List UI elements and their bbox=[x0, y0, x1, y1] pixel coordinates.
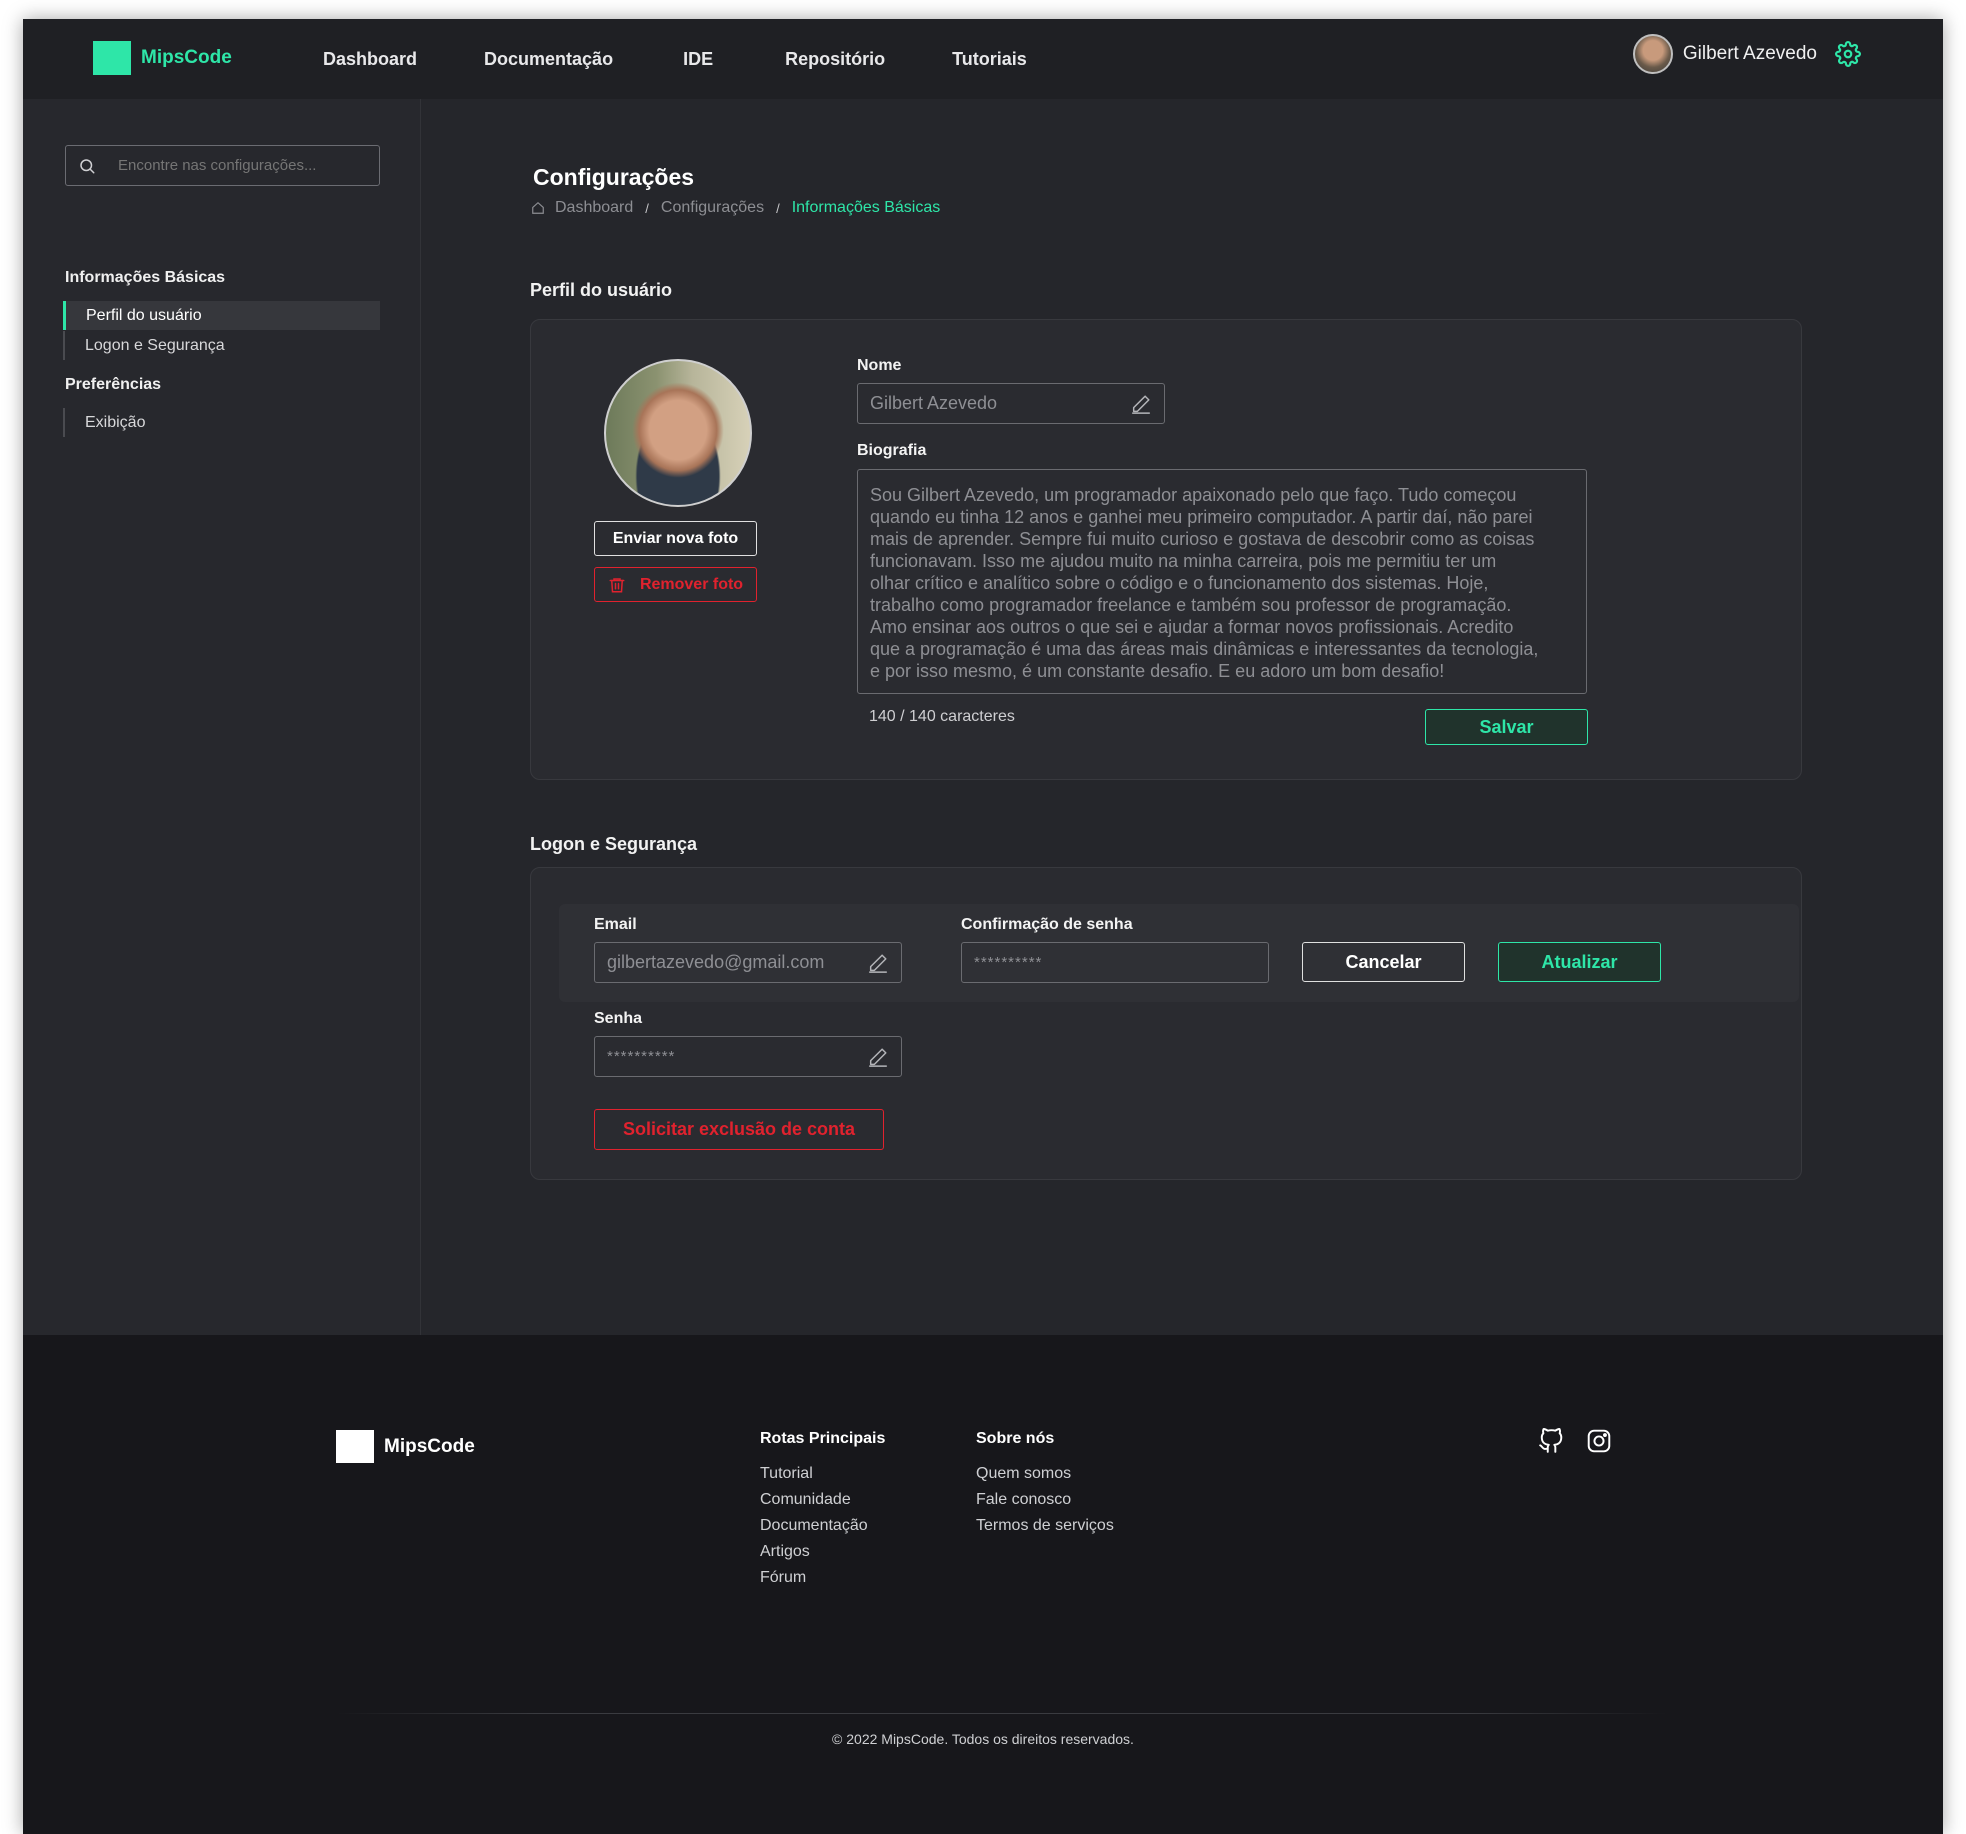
settings-sidebar: Informações Básicas Perfil do usuário Lo… bbox=[23, 99, 421, 1335]
char-counter: 140 / 140 caracteres bbox=[869, 708, 1015, 725]
confirm-password-field[interactable]: ********** bbox=[961, 942, 1269, 983]
footer-logo-mark bbox=[336, 1430, 374, 1463]
page-title: Configurações bbox=[533, 164, 695, 190]
update-button[interactable]: Atualizar bbox=[1498, 942, 1661, 982]
footer-divider bbox=[336, 1713, 1666, 1714]
bio-textarea[interactable]: Sou Gilbert Azevedo, um programador apai… bbox=[857, 469, 1587, 694]
email-field[interactable]: gilbertazevedo@gmail.com bbox=[594, 942, 902, 983]
breadcrumb-configuracoes[interactable]: Configurações bbox=[661, 199, 764, 217]
nav-dashboard[interactable]: Dashboard bbox=[323, 49, 417, 70]
footer: MipsCode Rotas Principais Tutorial Comun… bbox=[23, 1335, 1943, 1834]
pencil-icon[interactable] bbox=[1130, 393, 1152, 415]
pencil-icon[interactable] bbox=[867, 952, 889, 974]
profile-photo bbox=[604, 359, 752, 507]
bio-line: quando eu tinha 12 anos e ganhei meu pri… bbox=[870, 507, 1533, 527]
footer-link-documentacao[interactable]: Documentação bbox=[760, 1518, 885, 1534]
footer-brand-name: MipsCode bbox=[384, 1435, 475, 1457]
brand-name: MipsCode bbox=[141, 47, 232, 68]
sidebar-group-preferencias: Preferências bbox=[65, 376, 162, 393]
github-icon[interactable] bbox=[1538, 1428, 1564, 1454]
name-value: Gilbert Azevedo bbox=[870, 393, 998, 413]
avatar[interactable] bbox=[1632, 34, 1673, 74]
footer-col-rotas: Rotas Principais Tutorial Comunidade Doc… bbox=[760, 1430, 885, 1596]
footer-link-quem-somos[interactable]: Quem somos bbox=[976, 1466, 1114, 1482]
bio-line: que a programação é uma das áreas mais d… bbox=[870, 639, 1539, 659]
footer-link-forum[interactable]: Fórum bbox=[760, 1570, 885, 1586]
delete-account-button[interactable]: Solicitar exclusão de conta bbox=[594, 1109, 884, 1150]
copyright-text: © 2022 MipsCode. Todos os direitos reser… bbox=[832, 1731, 1134, 1747]
cancel-button[interactable]: Cancelar bbox=[1302, 942, 1465, 982]
footer-link-fale-conosco[interactable]: Fale conosco bbox=[976, 1492, 1114, 1508]
footer-col-title: Rotas Principais bbox=[760, 1430, 886, 1447]
bio-line: olhar crítico e analítico sobre o código… bbox=[870, 573, 1489, 593]
bio-line: funcionavam. Isso me ajudou muito na min… bbox=[870, 551, 1497, 571]
nav-tutoriais[interactable]: Tutoriais bbox=[952, 49, 1027, 70]
home-icon bbox=[532, 201, 544, 214]
password-label: Senha bbox=[594, 1010, 643, 1027]
sidebar-group-informacoes-basicas: Informações Básicas bbox=[65, 269, 226, 286]
nav-documentacao[interactable]: Documentação bbox=[484, 49, 613, 70]
breadcrumb-dashboard[interactable]: Dashboard bbox=[555, 199, 633, 217]
nav-ide[interactable]: IDE bbox=[683, 49, 713, 70]
bio-line: mais de aprender. Sempre fui muito curio… bbox=[870, 529, 1535, 549]
sidebar-item-logon-seguranca[interactable]: Logon e Segurança bbox=[63, 331, 380, 360]
breadcrumb-current: Informações Básicas bbox=[791, 199, 941, 216]
brand-logo[interactable]: MipsCode bbox=[93, 41, 232, 75]
footer-link-comunidade[interactable]: Comunidade bbox=[760, 1492, 885, 1508]
instagram-icon[interactable] bbox=[1586, 1428, 1612, 1454]
footer-col-title: Sobre nós bbox=[976, 1430, 1055, 1447]
upload-photo-button[interactable]: Enviar nova foto bbox=[594, 521, 757, 556]
security-card: Email gilbertazevedo@gmail.com Confirmaç… bbox=[530, 867, 1802, 1180]
user-menu[interactable]: Gilbert Azevedo bbox=[1632, 34, 1861, 74]
remove-photo-button[interactable]: Remover foto bbox=[594, 567, 757, 602]
footer-col-sobre: Sobre nós Quem somos Fale conosco Termos… bbox=[976, 1430, 1114, 1544]
email-label: Email bbox=[594, 916, 637, 933]
gear-icon[interactable] bbox=[1835, 41, 1861, 67]
breadcrumb-separator: / bbox=[645, 200, 649, 216]
footer-link-artigos[interactable]: Artigos bbox=[760, 1544, 885, 1560]
profile-card: Enviar nova foto Remover foto Nome Gilbe… bbox=[530, 319, 1802, 780]
search-box[interactable] bbox=[65, 145, 380, 186]
footer-logo[interactable]: MipsCode bbox=[336, 1430, 475, 1463]
name-field[interactable]: Gilbert Azevedo bbox=[857, 383, 1165, 424]
app-window: MipsCode Dashboard Documentação IDE Repo… bbox=[23, 19, 1943, 1834]
section-title-perfil: Perfil do usuário bbox=[530, 280, 673, 300]
footer-link-termos[interactable]: Termos de serviços bbox=[976, 1518, 1114, 1534]
trash-icon bbox=[609, 577, 625, 592]
save-button[interactable]: Salvar bbox=[1425, 709, 1588, 745]
breadcrumb: Dashboard / Configurações / Informações … bbox=[531, 199, 940, 217]
breadcrumb-separator: / bbox=[776, 200, 780, 216]
search-input[interactable] bbox=[118, 157, 368, 174]
confirm-password-value: ********** bbox=[974, 954, 1043, 971]
logo-mark bbox=[93, 41, 131, 75]
footer-link-tutorial[interactable]: Tutorial bbox=[760, 1466, 885, 1482]
bio-line: Sou Gilbert Azevedo, um programador apai… bbox=[870, 485, 1517, 505]
section-title-logon: Logon e Segurança bbox=[530, 834, 698, 854]
email-value: gilbertazevedo@gmail.com bbox=[607, 952, 825, 972]
user-name[interactable]: Gilbert Azevedo bbox=[1683, 43, 1817, 65]
bio-line: Amo ensinar aos outros o que sei e ajuda… bbox=[870, 617, 1514, 637]
bio-label: Biografia bbox=[857, 442, 927, 459]
main-nav: Dashboard Documentação IDE Repositório T… bbox=[323, 19, 1094, 99]
sidebar-item-exibicao[interactable]: Exibição bbox=[63, 408, 380, 437]
search-icon bbox=[80, 158, 95, 173]
pencil-icon[interactable] bbox=[867, 1046, 889, 1068]
confirm-password-label: Confirmação de senha bbox=[961, 916, 1133, 933]
password-value: ********** bbox=[607, 1048, 676, 1065]
bio-line: trabalho como programador freelance e ta… bbox=[870, 595, 1512, 615]
bio-line: e por isso mesmo, é um constante desafio… bbox=[870, 661, 1445, 681]
remove-photo-label: Remover foto bbox=[639, 575, 744, 593]
top-navbar: MipsCode Dashboard Documentação IDE Repo… bbox=[23, 19, 1943, 99]
name-label: Nome bbox=[857, 357, 902, 374]
sidebar-item-perfil-usuario[interactable]: Perfil do usuário bbox=[63, 301, 380, 330]
nav-repositorio[interactable]: Repositório bbox=[785, 49, 885, 70]
password-field[interactable]: ********** bbox=[594, 1036, 902, 1077]
